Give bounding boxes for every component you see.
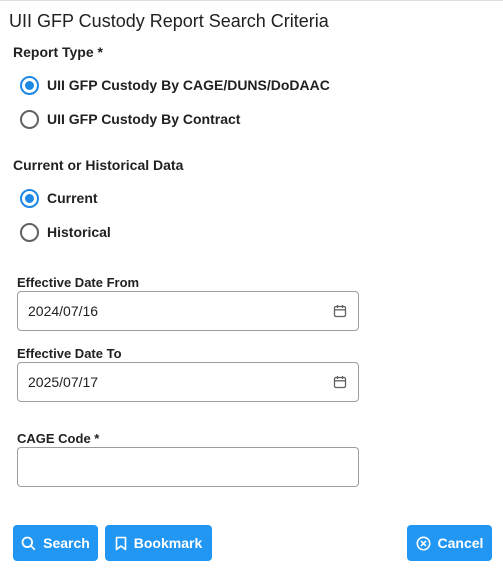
effective-date-from-value: 2024/07/16: [28, 303, 99, 319]
top-divider: [0, 0, 503, 1]
effective-date-to-label: Effective Date To: [17, 346, 122, 361]
report-type-label: Report Type *: [13, 44, 103, 60]
search-button-label: Search: [43, 535, 90, 551]
radio-data-current[interactable]: Current: [20, 187, 98, 209]
page-title: UII GFP Custody Report Search Criteria: [9, 11, 329, 31]
cancel-circle-icon: [416, 536, 431, 551]
radio-data-historical[interactable]: Historical: [20, 221, 111, 243]
cage-code-input[interactable]: [17, 447, 359, 487]
search-icon: [21, 536, 36, 551]
effective-date-from-label: Effective Date From: [17, 275, 140, 290]
radio-label: Historical: [47, 224, 111, 240]
bookmark-icon: [115, 536, 127, 551]
search-button[interactable]: Search: [13, 525, 98, 561]
calendar-icon[interactable]: [332, 303, 348, 319]
radio-button[interactable]: [20, 222, 39, 242]
cancel-button-label: Cancel: [437, 535, 484, 551]
radio-button-selected[interactable]: [20, 75, 39, 95]
radio-label: UII GFP Custody By CAGE/DUNS/DoDAAC: [47, 77, 330, 93]
data-scope-label: Current or Historical Data: [13, 157, 184, 173]
calendar-icon[interactable]: [332, 374, 348, 390]
radio-label: UII GFP Custody By Contract: [47, 111, 241, 127]
bookmark-button[interactable]: Bookmark: [105, 525, 212, 561]
effective-date-from-field[interactable]: 2024/07/16: [17, 291, 359, 331]
radio-report-type-cage[interactable]: UII GFP Custody By CAGE/DUNS/DoDAAC: [20, 74, 330, 96]
radio-button[interactable]: [20, 109, 39, 129]
effective-date-to-field[interactable]: 2025/07/17: [17, 362, 359, 402]
radio-label: Current: [47, 190, 98, 206]
cage-code-label: CAGE Code *: [17, 431, 100, 446]
bookmark-button-label: Bookmark: [133, 535, 203, 551]
effective-date-to-value: 2025/07/17: [28, 374, 99, 390]
radio-button-selected[interactable]: [20, 188, 39, 208]
radio-report-type-contract[interactable]: UII GFP Custody By Contract: [20, 108, 240, 130]
cancel-button[interactable]: Cancel: [407, 525, 492, 561]
